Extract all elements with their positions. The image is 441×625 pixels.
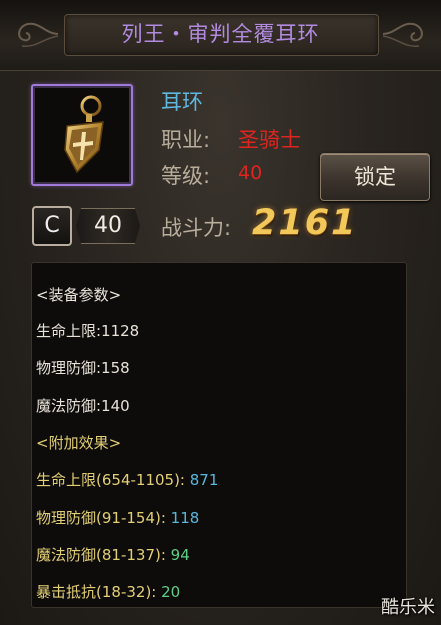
- bonus-stat-label: 物理防御(91-154):: [36, 509, 166, 527]
- base-stat-row: 生命上限:1128: [36, 322, 140, 340]
- bonus-stat-label: 生命上限(654-1105):: [36, 471, 185, 489]
- base-stats-header: <装备参数>: [36, 286, 122, 304]
- level-value: 40: [238, 162, 263, 184]
- power-label: 战斗力:: [161, 216, 232, 240]
- job-label: 职业:: [161, 128, 211, 152]
- bonus-stat-row: 暴击抵抗(18-32): 20: [36, 581, 180, 602]
- grade-value-badge: 40: [76, 208, 140, 244]
- bonus-stat-value: 871: [189, 471, 219, 489]
- bonus-stat-value: 20: [161, 583, 181, 601]
- level-label: 等级:: [161, 164, 211, 188]
- item-title: 列王・审判全覆耳环: [121, 22, 320, 46]
- lock-button[interactable]: 锁定: [320, 153, 430, 201]
- bonus-stat-label: 魔法防御(81-137):: [36, 546, 166, 564]
- ornament-right-icon: [382, 22, 423, 47]
- item-icon-slot[interactable]: [31, 84, 133, 186]
- item-type: 耳环: [161, 90, 203, 114]
- base-stat-row: 物理防御:158: [36, 359, 130, 377]
- power-value: 2161: [252, 203, 358, 243]
- item-tooltip-panel: 列王・审判全覆耳环 耳环 职业: 圣骑士 等级: 40 锁定 C 40 战斗力:…: [0, 0, 441, 625]
- job-value: 圣骑士: [238, 128, 301, 152]
- bonus-stat-label: 暴击抵抗(18-32):: [36, 583, 157, 601]
- bonus-stat-row: 魔法防御(81-137): 94: [36, 544, 190, 565]
- shield-earring-icon: [64, 95, 104, 174]
- bonus-stat-value: 118: [170, 509, 200, 527]
- bonus-stats-header: <附加效果>: [36, 434, 122, 452]
- bonus-stat-value: 94: [170, 546, 190, 564]
- bonus-stat-row: 生命上限(654-1105): 871: [36, 469, 218, 490]
- base-stat-row: 魔法防御:140: [36, 397, 130, 415]
- bonus-stat-row: 物理防御(91-154): 118: [36, 507, 199, 528]
- title-bar: 列王・审判全覆耳环: [0, 0, 441, 71]
- watermark: 酷乐米: [381, 597, 435, 618]
- grade-letter-badge: C: [32, 206, 72, 246]
- ornament-left-icon: [18, 22, 59, 47]
